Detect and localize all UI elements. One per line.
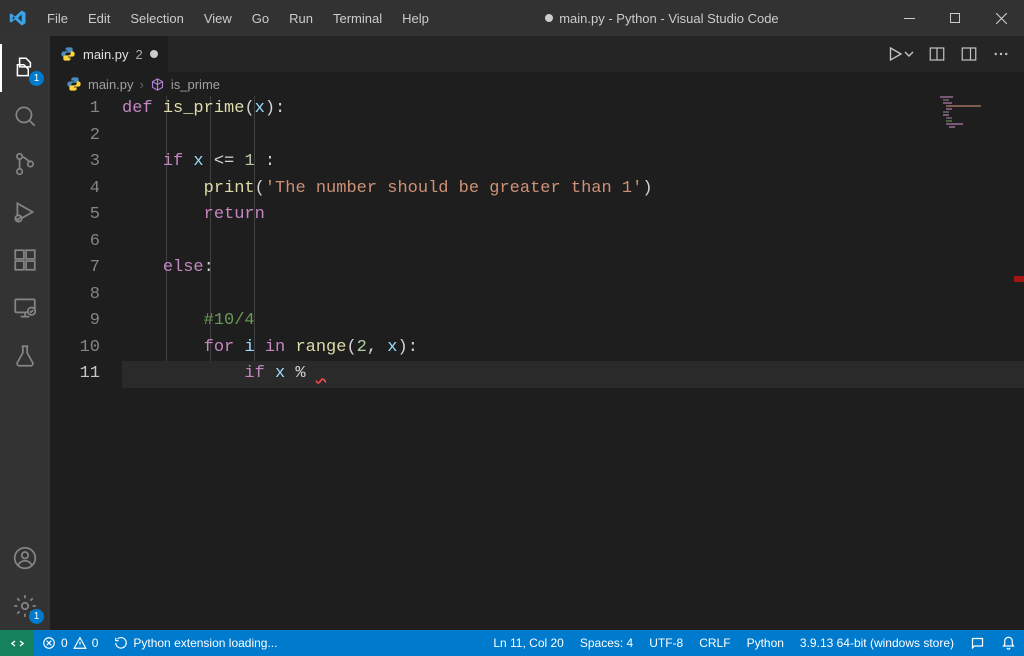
symbol-method-icon bbox=[150, 77, 165, 92]
menu-view[interactable]: View bbox=[195, 7, 241, 30]
status-problems[interactable]: 0 0 bbox=[34, 630, 106, 656]
minimap[interactable] bbox=[940, 96, 1010, 630]
breadcrumb[interactable]: main.py › is_prime bbox=[50, 72, 1024, 96]
python-file-icon bbox=[66, 76, 82, 92]
tabs-row: main.py 2 bbox=[50, 36, 1024, 72]
activity-run-debug[interactable] bbox=[0, 188, 50, 236]
status-indentation[interactable]: Spaces: 4 bbox=[572, 630, 641, 656]
menu-selection[interactable]: Selection bbox=[121, 7, 192, 30]
status-bar: 0 0 Python extension loading... Ln 11, C… bbox=[0, 630, 1024, 656]
explorer-badge: 1 bbox=[29, 71, 44, 86]
tab-dirty-icon bbox=[150, 50, 158, 58]
activity-extensions[interactable] bbox=[0, 236, 50, 284]
vscode-logo-icon bbox=[8, 8, 28, 28]
activity-testing[interactable] bbox=[0, 332, 50, 380]
code-lines[interactable]: def is_prime(x): if x <= 1 : print('The … bbox=[122, 96, 1024, 630]
activity-search[interactable] bbox=[0, 92, 50, 140]
code-editor[interactable]: 1234567891011 def is_prime(x): if x <= 1… bbox=[50, 96, 1024, 630]
overview-error-mark bbox=[1014, 276, 1024, 282]
menu-file[interactable]: File bbox=[38, 7, 77, 30]
status-encoding[interactable]: UTF-8 bbox=[641, 630, 691, 656]
remote-indicator[interactable] bbox=[0, 630, 34, 656]
tab-extra-number: 2 bbox=[136, 47, 143, 62]
window-title: main.py - Python - Visual Studio Code bbox=[438, 11, 886, 26]
breadcrumb-symbol: is_prime bbox=[171, 77, 220, 92]
run-button[interactable] bbox=[886, 45, 914, 63]
menu-help[interactable]: Help bbox=[393, 7, 438, 30]
activity-settings[interactable]: 1 bbox=[0, 582, 50, 630]
overview-ruler bbox=[1010, 96, 1024, 630]
status-loading-text: Python extension loading... bbox=[133, 636, 277, 650]
window-title-text: main.py - Python - Visual Studio Code bbox=[559, 11, 778, 26]
status-error-count: 0 bbox=[61, 636, 68, 650]
status-python-interpreter[interactable]: 3.9.13 64-bit (windows store) bbox=[792, 630, 962, 656]
python-file-icon bbox=[60, 46, 76, 62]
split-editor-button[interactable] bbox=[928, 45, 946, 63]
activity-remote-explorer[interactable] bbox=[0, 284, 50, 332]
minimize-button[interactable] bbox=[886, 0, 932, 36]
menu-go[interactable]: Go bbox=[243, 7, 278, 30]
chevron-right-icon: › bbox=[140, 77, 144, 92]
editor-area: main.py 2 main.py › is_prime 12345 bbox=[50, 36, 1024, 630]
menu-bar: FileEditSelectionViewGoRunTerminalHelp bbox=[38, 7, 438, 30]
menu-terminal[interactable]: Terminal bbox=[324, 7, 391, 30]
breadcrumb-file: main.py bbox=[88, 77, 134, 92]
window-controls bbox=[886, 0, 1024, 36]
layout-button[interactable] bbox=[960, 45, 978, 63]
tab-main-py[interactable]: main.py 2 bbox=[50, 36, 169, 72]
status-cursor-position[interactable]: Ln 11, Col 20 bbox=[485, 630, 572, 656]
close-button[interactable] bbox=[978, 0, 1024, 36]
status-eol[interactable]: CRLF bbox=[691, 630, 738, 656]
title-bar: FileEditSelectionViewGoRunTerminalHelp m… bbox=[0, 0, 1024, 36]
activity-bar: 1 1 bbox=[0, 36, 50, 630]
menu-run[interactable]: Run bbox=[280, 7, 322, 30]
status-warning-count: 0 bbox=[92, 636, 99, 650]
tab-filename: main.py bbox=[83, 47, 129, 62]
activity-accounts[interactable] bbox=[0, 534, 50, 582]
line-number-gutter: 1234567891011 bbox=[50, 96, 122, 630]
dirty-indicator-icon bbox=[545, 14, 553, 22]
status-python-loading[interactable]: Python extension loading... bbox=[106, 630, 285, 656]
more-actions-button[interactable] bbox=[992, 45, 1010, 63]
status-feedback[interactable] bbox=[962, 630, 993, 656]
editor-actions bbox=[886, 36, 1024, 72]
status-language-mode[interactable]: Python bbox=[739, 630, 792, 656]
status-notifications[interactable] bbox=[993, 630, 1024, 656]
menu-edit[interactable]: Edit bbox=[79, 7, 119, 30]
activity-source-control[interactable] bbox=[0, 140, 50, 188]
maximize-button[interactable] bbox=[932, 0, 978, 36]
settings-badge: 1 bbox=[29, 609, 44, 624]
activity-explorer[interactable]: 1 bbox=[0, 44, 50, 92]
